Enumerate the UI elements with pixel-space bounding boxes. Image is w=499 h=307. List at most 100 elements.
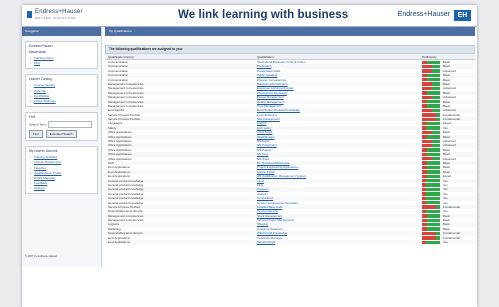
column-header-group[interactable]: Qualification Group [108,55,134,59]
find-box: Find Search Term: Find Extended Search [25,112,98,142]
search-input[interactable] [47,121,92,129]
proficiency-bar [422,117,440,121]
proficiency-bar [422,165,440,170]
extended-search-button[interactable]: Extended Search [45,130,77,139]
account-title: My Learner Account [29,149,58,154]
proficiency-bar [422,121,440,126]
sidebar-link-training-activities[interactable]: Training Activities [30,155,94,159]
qualifications-table: Communication Intercultural Business Comm… [105,60,475,245]
proficiency-bar [422,205,440,209]
proficiency-bar-fill [422,218,428,222]
sidebar-link-training-home[interactable]: Training Home [30,56,94,60]
eh-logo-icon: EH [454,10,471,21]
proficiency-bar [422,135,440,139]
catalog-title: Learner Catalog [29,77,52,82]
account-box: My Learner Account Training Activities L… [25,146,98,195]
proficiency-bar-fill [422,117,436,121]
proficiency-bar [422,152,440,157]
sidebar-link-online-trainings[interactable]: Online Trainings [30,99,94,103]
main-content: My Qualifications The following qualific… [105,27,475,307]
proficiency-bar [422,218,440,222]
proficiency-bar-fill [422,69,432,73]
proficiency-bar-fill [422,60,428,64]
sidebar: Navigation Endress+Hauser Masterclass Tr… [22,27,102,267]
proficiency-bar [422,174,440,179]
sidebar-link-learner-preferences[interactable]: Learner Preferences [30,160,94,164]
proficiency-bar [422,126,440,130]
proficiency-bar-fill [422,214,428,218]
browser-page: Endress+Hauser WETZER SINGAPORE We link … [22,5,477,307]
page-tagline: We link learning with business [178,9,349,21]
sidebar-link-settings[interactable]: Settings [30,186,94,190]
proficiency-bar-fill [422,179,426,183]
proficiency-bar [422,192,440,196]
sidebar-link-faq[interactable]: FAQ [30,61,94,65]
company-logo-left[interactable]: Endress+Hauser WETZER SINGAPORE [27,9,127,23]
proficiency-bar [422,108,440,113]
proficiency-bar-fill [422,135,428,139]
table-row: E+H Applications Service Portal Yes [105,240,475,245]
proficiency-bar-fill [422,222,428,227]
search-buttons: Find Extended Search [29,130,94,139]
sidebar-link-favorites[interactable]: Favorites [30,166,94,170]
proficiency-bar-fill [422,139,432,143]
proficiency-bar [422,161,440,165]
proficiency-bar-fill [422,130,432,135]
proficiency-bar [422,187,440,192]
sidebar-link-profile-manager[interactable]: Profile Manager [30,176,94,180]
proficiency-bar [422,143,440,148]
proficiency-bar-fill [422,152,428,157]
proficiency-bar-fill [422,209,426,214]
proficiency-bar [422,64,440,69]
find-title: Find [29,115,36,120]
qualifications-notice: The following qualifications are assigne… [105,45,475,54]
proficiency-bar [422,201,440,205]
proficiency-bar [422,60,440,64]
proficiency-bar-fill [422,201,426,205]
proficiency-bar-fill [422,196,426,200]
proficiency-bar [422,91,440,95]
main-title: My Qualifications [105,27,475,36]
proficiency-bar-fill [422,78,428,82]
proficiency-bar-fill [422,231,436,236]
proficiency-bar-fill [422,121,428,126]
logo-subtitle: WETZER SINGAPORE [35,16,76,20]
proficiency-bar-fill [422,73,428,78]
proficiency-bar [422,104,440,108]
sidebar-link-calendar[interactable]: Calendar [30,89,94,93]
proficiency-bar [422,236,440,240]
proficiency-bar-fill [422,183,426,187]
sidebar-link-wishlist[interactable]: My Wishlist [30,94,94,98]
proficiency-bar [422,130,440,135]
welcome-title-2: Masterclass [29,50,47,54]
cell-qualification-link[interactable]: Service Portal [257,240,275,244]
sidebar-link-qualifications-profile[interactable]: Qualifications Profile [30,171,94,175]
proficiency-bar [422,69,440,73]
sidebar-link-feedback[interactable]: Feedback [30,181,94,185]
sidebar-link-course-catalog[interactable]: Course Catalog [30,83,94,87]
proficiency-bar-fill [422,192,426,196]
proficiency-bar-fill [422,104,428,108]
cell-proficiency-level: Yes [443,240,448,245]
proficiency-bar-fill [422,126,426,130]
sidebar-title: Navigation [22,27,101,36]
proficiency-bar-fill [422,113,436,117]
proficiency-bar [422,179,440,183]
find-button[interactable]: Find [29,130,43,139]
column-header-proficiency[interactable]: Proficiency [422,55,437,59]
proficiency-bar-fill [422,240,426,244]
column-header-qualification[interactable]: Qualification [257,55,274,59]
proficiency-bar-fill [422,143,432,148]
logo-mark-icon [27,11,32,18]
proficiency-bar-fill [422,236,436,240]
proficiency-bar [422,95,440,100]
proficiency-bar-fill [422,108,432,113]
proficiency-bar [422,148,440,152]
proficiency-bar-fill [422,64,432,69]
proficiency-bar [422,183,440,187]
proficiency-bar-fill [422,82,432,86]
proficiency-bar [422,231,440,236]
copyright-text: © 2007 by Endress+Hauser [25,255,57,258]
proficiency-bar [422,100,440,104]
proficiency-bar-fill [422,86,432,91]
